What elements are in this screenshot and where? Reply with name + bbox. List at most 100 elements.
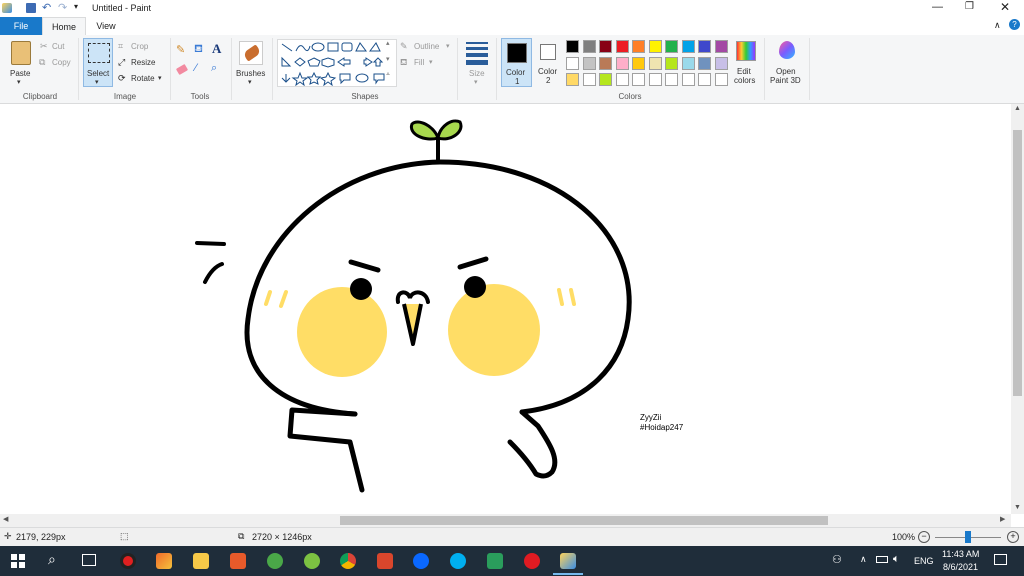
vertical-scroll-thumb[interactable] <box>1013 130 1022 396</box>
palette-swatch[interactable] <box>599 40 612 53</box>
clock-time[interactable]: 11:43 AM <box>942 549 979 559</box>
zoom-out-icon[interactable]: − <box>918 531 930 543</box>
palette-swatch[interactable] <box>615 56 629 70</box>
redo-icon[interactable]: ↷ <box>58 1 67 14</box>
copy-button[interactable]: Copy <box>52 58 71 67</box>
palette-swatch[interactable] <box>681 56 695 70</box>
show-hidden-icons[interactable]: ∧ <box>860 554 867 565</box>
drawing-canvas[interactable]: ZyyZii #Hoidap247 <box>0 104 1011 514</box>
palette-swatch[interactable] <box>714 40 728 53</box>
palette-swatch[interactable] <box>599 56 612 70</box>
palette-swatch[interactable] <box>632 56 645 70</box>
file-explorer-icon[interactable] <box>193 553 209 569</box>
skype-icon[interactable] <box>450 553 466 569</box>
color-picker-icon[interactable]: ⁄ <box>195 62 197 74</box>
palette-swatch[interactable] <box>582 56 596 70</box>
minimize-icon[interactable]: — <box>932 1 943 13</box>
palette-swatch[interactable] <box>648 40 662 53</box>
size-button[interactable]: Size ▾ <box>462 39 492 89</box>
palette-swatch[interactable] <box>698 56 711 70</box>
app-icon-lime[interactable] <box>304 553 320 569</box>
palette-swatch[interactable] <box>632 73 645 86</box>
tab-file[interactable]: File <box>0 17 42 35</box>
palette-swatch[interactable] <box>681 73 695 86</box>
chrome-icon[interactable] <box>340 553 356 569</box>
undo-icon[interactable]: ↶ <box>42 1 51 14</box>
paint-app-icon[interactable] <box>2 3 12 13</box>
shapes-gallery[interactable] <box>277 39 397 87</box>
scroll-down-icon[interactable]: ▼ <box>1014 504 1021 511</box>
outline-dropdown-icon[interactable]: ▾ <box>446 42 450 50</box>
pencil-app-icon[interactable] <box>156 553 172 569</box>
palette-swatch[interactable] <box>665 73 678 86</box>
pencil-icon[interactable]: ✎ <box>176 43 185 56</box>
paint-taskbar-icon[interactable] <box>560 553 576 569</box>
save-icon[interactable] <box>26 3 36 13</box>
app-icon-green[interactable] <box>267 553 283 569</box>
volume-icon[interactable]: 🔈︎ <box>893 553 900 566</box>
tab-view[interactable]: View <box>86 17 126 35</box>
close-icon[interactable]: ✕ <box>1000 0 1010 14</box>
vertical-scrollbar[interactable]: ▲ ▼ <box>1011 104 1024 514</box>
language-indicator[interactable]: ENG <box>914 556 934 566</box>
magnifier-icon[interactable]: ⌕ <box>211 62 217 75</box>
resize-button[interactable]: Resize <box>131 58 155 67</box>
palette-swatch[interactable] <box>648 56 662 70</box>
crop-button[interactable]: Crop <box>131 42 148 51</box>
rotate-dropdown-icon[interactable]: ▾ <box>158 74 162 82</box>
scroll-up-icon[interactable]: ▲ <box>1014 105 1021 112</box>
restore-icon[interactable]: ❐ <box>965 1 974 12</box>
battery-icon[interactable] <box>876 556 888 563</box>
select-button[interactable]: Select ▾ <box>83 38 113 87</box>
recorder-icon[interactable] <box>120 553 136 569</box>
brushes-button[interactable]: Brushes ▾ <box>234 38 268 90</box>
photos-icon[interactable] <box>487 553 503 569</box>
windows-start-icon[interactable] <box>11 554 25 568</box>
palette-swatch[interactable] <box>615 73 629 86</box>
opera-icon[interactable] <box>524 553 540 569</box>
scroll-right-icon[interactable]: ▶ <box>1000 515 1005 523</box>
color1-button[interactable]: Color 1 <box>501 38 532 87</box>
rotate-button[interactable]: Rotate <box>131 74 155 83</box>
app-icon-orange[interactable] <box>230 553 246 569</box>
shapes-scroll-down-icon[interactable]: ▾ <box>386 55 390 63</box>
palette-swatch[interactable] <box>582 40 596 53</box>
palette-swatch[interactable] <box>698 40 711 53</box>
shapes-more-icon[interactable]: ⩡ <box>386 71 390 79</box>
palette-swatch[interactable] <box>599 73 612 86</box>
scroll-left-icon[interactable]: ◀ <box>3 515 8 523</box>
palette-swatch[interactable] <box>665 56 678 70</box>
zoom-slider-thumb[interactable] <box>965 531 971 543</box>
horizontal-scroll-thumb[interactable] <box>340 516 828 525</box>
fill-button[interactable]: Fill <box>414 58 424 67</box>
palette-swatch[interactable] <box>698 73 711 86</box>
palette-swatch[interactable] <box>582 73 596 86</box>
open-paint3d-button[interactable]: Open Paint 3D <box>768 38 806 90</box>
quick-access-dropdown-icon[interactable]: ▾ <box>74 2 78 11</box>
task-view-icon[interactable] <box>82 554 96 566</box>
palette-swatch[interactable] <box>714 56 728 70</box>
eraser-icon[interactable] <box>175 63 189 76</box>
palette-swatch[interactable] <box>566 40 579 53</box>
zoom-in-icon[interactable]: + <box>1007 531 1019 543</box>
shapes-scroll-up-icon[interactable]: ▴ <box>386 39 390 47</box>
app-icon-grid[interactable] <box>377 553 393 569</box>
palette-swatch[interactable] <box>566 56 579 70</box>
horizontal-scrollbar[interactable]: ◀ ▶ <box>0 514 1011 527</box>
palette-swatch[interactable] <box>681 40 695 53</box>
collapse-ribbon-icon[interactable]: ∧ <box>994 20 1001 31</box>
clock-date[interactable]: 8/6/2021 <box>943 562 978 572</box>
edit-colors-button[interactable]: Edit colors <box>732 38 760 88</box>
palette-swatch[interactable] <box>714 73 728 86</box>
palette-swatch[interactable] <box>615 40 629 53</box>
notifications-icon[interactable] <box>994 554 1007 565</box>
palette-swatch[interactable] <box>665 40 678 53</box>
palette-swatch[interactable] <box>632 40 645 53</box>
help-icon[interactable]: ? <box>1009 19 1020 30</box>
people-icon[interactable]: ⚇ <box>832 553 842 566</box>
search-icon[interactable]: ⌕ <box>48 551 56 568</box>
text-icon[interactable]: A <box>212 41 221 57</box>
outline-button[interactable]: Outline <box>414 42 439 51</box>
cut-button[interactable]: Cut <box>52 42 64 51</box>
fill-dropdown-icon[interactable]: ▾ <box>429 58 433 66</box>
